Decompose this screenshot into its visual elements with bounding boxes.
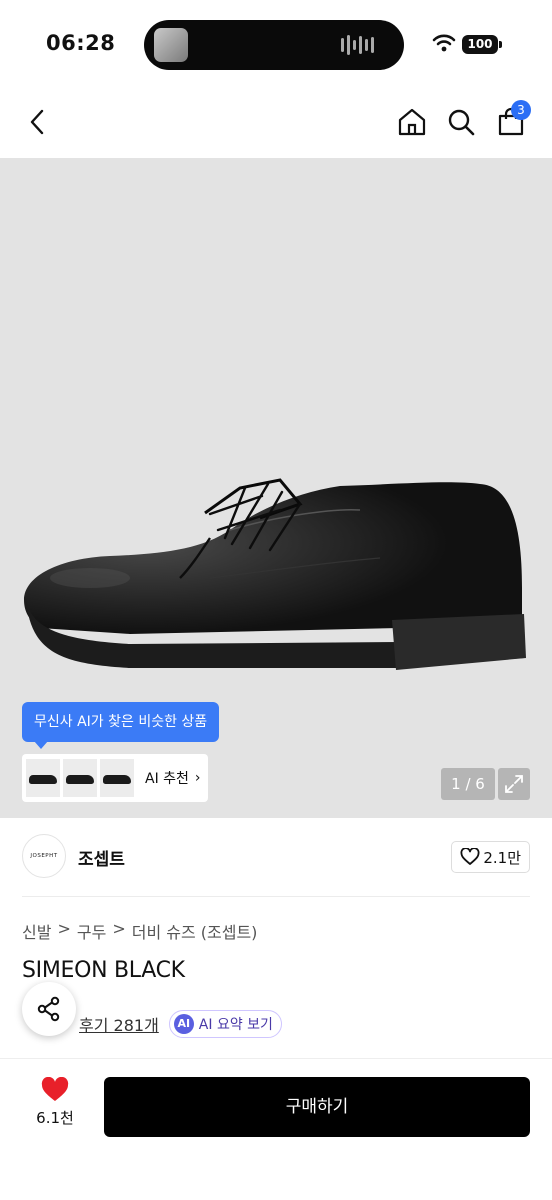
ai-summary-label: AI 요약 보기 <box>198 1017 273 1033</box>
search-icon <box>448 109 475 136</box>
cart-count-badge: 3 <box>511 100 531 120</box>
brand-row[interactable]: JOSEPHT 조셉트 2.1만 <box>22 834 530 880</box>
chevron-right-icon: › <box>194 770 201 786</box>
home-button[interactable] <box>392 102 432 142</box>
share-button[interactable] <box>22 982 76 1036</box>
chevron-left-icon <box>30 109 44 135</box>
cart-button[interactable]: 3 <box>491 100 531 142</box>
wishlist-count: 6.1천 <box>36 1109 74 1127</box>
wifi-icon <box>432 34 456 52</box>
heart-filled-icon <box>41 1077 69 1101</box>
brand-like-button[interactable]: 2.1만 <box>451 841 530 873</box>
status-bar: 06:28 100 <box>0 0 552 88</box>
audio-wave-icon <box>341 35 374 55</box>
brand-like-count: 2.1만 <box>483 848 521 867</box>
review-count-link[interactable]: 후기 281개 <box>79 1012 159 1036</box>
battery-indicator: 100 <box>462 35 498 54</box>
breadcrumb-item[interactable]: 더비 슈즈 (조셉트) <box>132 919 258 943</box>
battery-tip <box>499 41 502 48</box>
ai-recommend-thumb[interactable] <box>100 759 134 797</box>
product-image-gallery[interactable]: 무신사 AI가 찾은 비슷한 상품 AI 추천 › 1 / 6 <box>0 158 552 818</box>
product-title: SIMEON BLACK <box>22 958 185 983</box>
buy-button[interactable]: 구매하기 <box>104 1077 530 1137</box>
breadcrumb: 신발 > 구두 > 더비 슈즈 (조셉트) <box>22 919 257 943</box>
image-page-indicator: 1 / 6 <box>441 768 495 800</box>
divider <box>22 896 530 897</box>
now-playing-thumbnail <box>154 28 188 62</box>
ai-recommend-card[interactable]: AI 추천 › <box>22 754 208 802</box>
heart-outline-icon <box>460 848 480 865</box>
ai-recommend-label: AI 추천 <box>145 771 189 787</box>
dynamic-island <box>144 20 404 70</box>
share-icon <box>37 996 60 1022</box>
ai-similar-tooltip: 무신사 AI가 찾은 비슷한 상품 <box>22 702 220 749</box>
home-icon <box>398 108 426 136</box>
breadcrumb-item[interactable]: 신발 <box>22 919 51 943</box>
wishlist-button[interactable]: 6.1천 <box>20 1077 90 1139</box>
breadcrumb-item[interactable]: 구두 <box>77 919 106 943</box>
back-button[interactable] <box>18 102 58 142</box>
search-button[interactable] <box>441 102 481 142</box>
expand-icon <box>505 775 523 793</box>
brand-name[interactable]: 조셉트 <box>78 845 125 870</box>
brand-logo[interactable]: JOSEPHT <box>22 834 66 878</box>
ai-summary-button[interactable]: AI AI 요약 보기 <box>168 1010 282 1038</box>
bottom-action-bar: 6.1천 구매하기 <box>0 1058 552 1200</box>
expand-image-button[interactable] <box>498 768 530 800</box>
ai-recommend-thumb[interactable] <box>26 759 60 797</box>
nav-bar: 3 <box>0 88 552 158</box>
breadcrumb-separator: > <box>112 919 126 938</box>
status-time: 06:28 <box>46 31 116 55</box>
ai-chip-icon: AI <box>173 1014 194 1034</box>
ai-recommend-thumb[interactable] <box>63 759 97 797</box>
breadcrumb-separator: > <box>57 919 71 938</box>
